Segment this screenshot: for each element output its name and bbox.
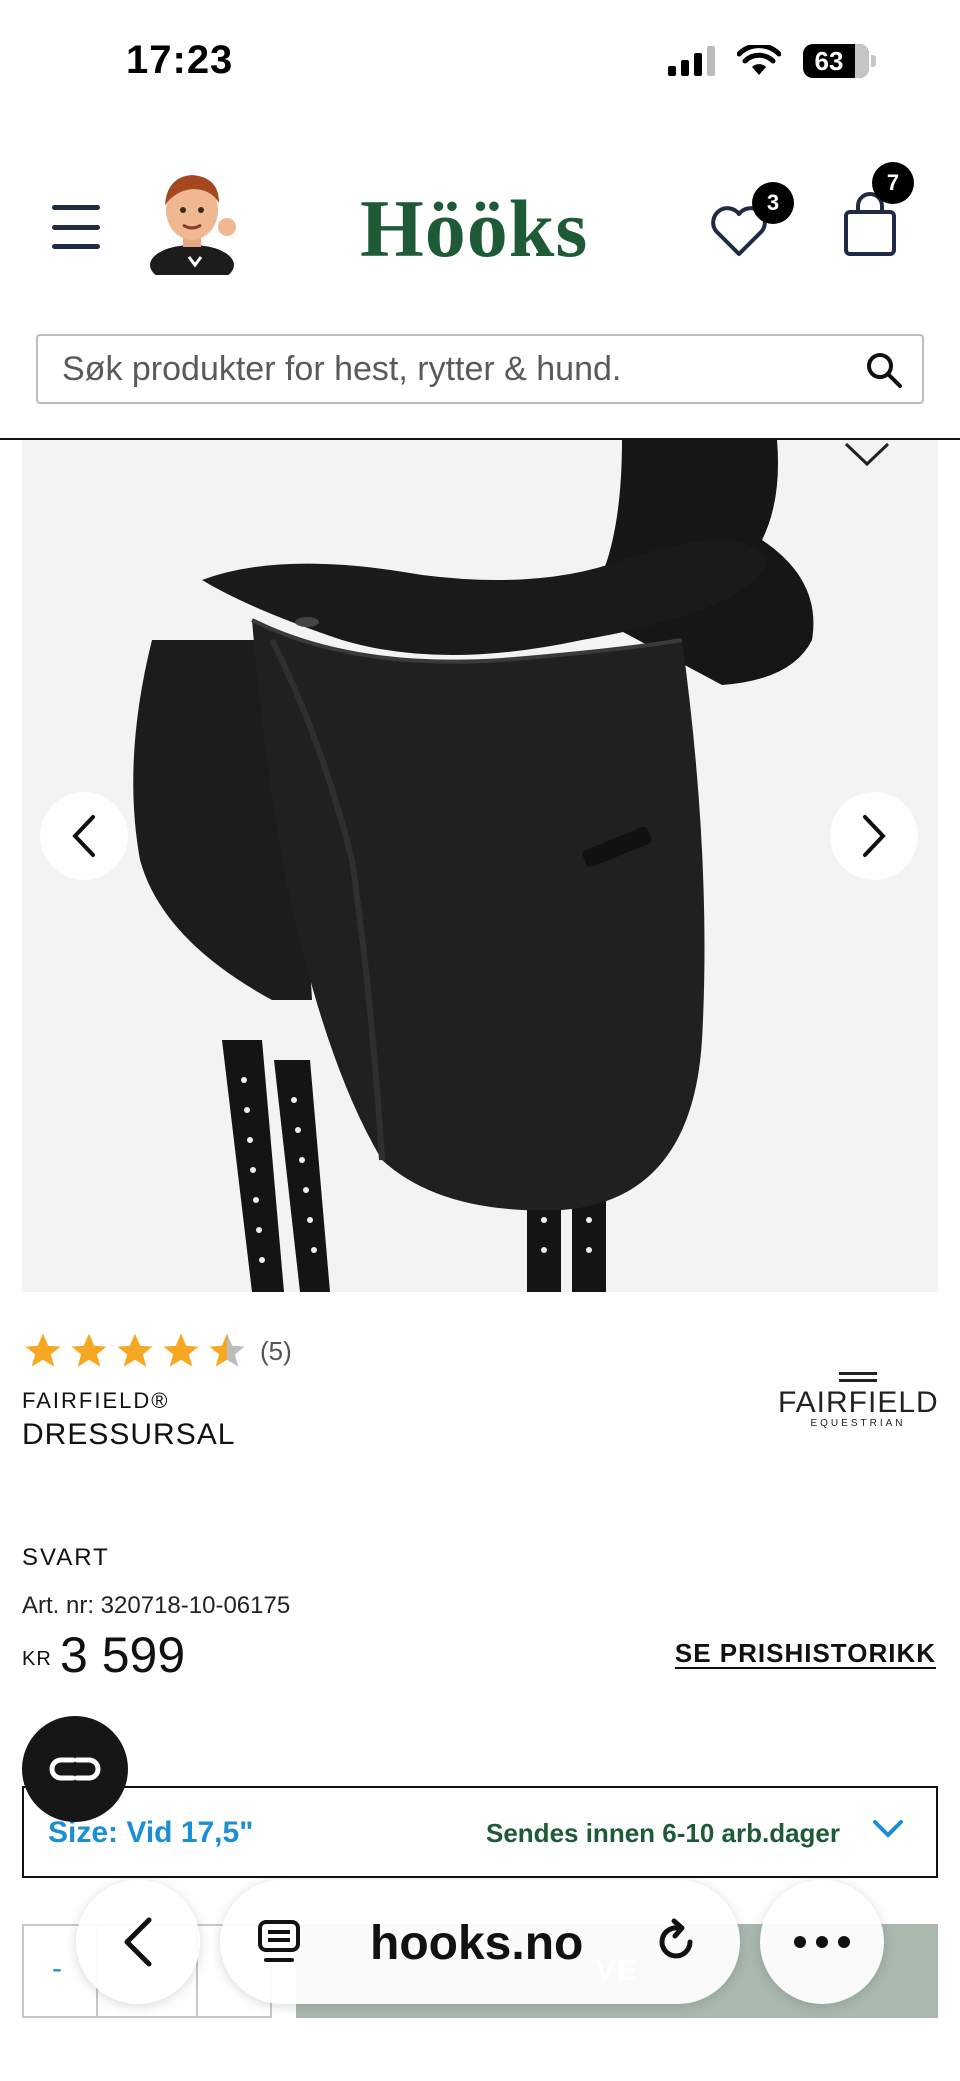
chevron-down-icon <box>873 1820 903 1838</box>
site-header: Hööks 3 7 <box>0 140 960 310</box>
rating-count[interactable]: (5) <box>260 1336 292 1367</box>
star-icon <box>163 1333 199 1367</box>
wishlist-count-badge: 3 <box>752 182 794 224</box>
image-next-button[interactable] <box>830 792 918 880</box>
chat-icon <box>49 1757 101 1781</box>
browser-back-button[interactable] <box>76 1880 200 2004</box>
status-icons: 63 <box>668 44 876 78</box>
search-input[interactable] <box>38 336 858 402</box>
price-currency: KR <box>22 1648 52 1670</box>
cellular-signal-icon <box>668 46 715 76</box>
chat-button[interactable] <box>22 1716 128 1822</box>
saddle-image <box>22 440 938 1292</box>
article-number: Art. nr: 320718-10-06175 <box>22 1592 291 1619</box>
battery-level: 63 <box>814 45 844 76</box>
menu-icon[interactable] <box>52 205 100 249</box>
image-prev-button[interactable] <box>40 792 128 880</box>
browser-url[interactable]: hooks.no <box>370 1916 583 1971</box>
product-price: 3 599 <box>60 1627 186 1683</box>
star-half-icon <box>209 1333 245 1367</box>
site-logo[interactable]: Hööks <box>360 182 588 276</box>
chevron-left-icon <box>72 815 95 857</box>
brand-logo-name: FAIRFIELD <box>778 1386 939 1419</box>
chevron-left-icon <box>124 1917 152 1967</box>
brand-logo[interactable]: FAIRFIELD EQUESTRIAN <box>778 1372 938 1442</box>
reload-icon[interactable] <box>652 1918 700 1966</box>
browser-address-bar[interactable]: hooks.no <box>220 1880 740 2004</box>
product-rating[interactable]: (5) <box>22 1330 292 1372</box>
product-color: SVART <box>22 1544 110 1571</box>
brand-logo-subtitle: EQUESTRIAN <box>810 1418 906 1429</box>
star-icon <box>25 1333 61 1367</box>
chevron-right-icon <box>863 815 886 857</box>
wishlist-button[interactable]: 3 <box>708 182 794 260</box>
quantity-decrease-button[interactable]: - <box>52 1952 62 1986</box>
product-title: DRESSURSAL <box>22 1418 236 1451</box>
search-icon[interactable] <box>864 350 904 390</box>
tabs-icon[interactable] <box>256 1918 302 1966</box>
star-icon <box>117 1333 153 1367</box>
product-brand[interactable]: FAIRFIELD® <box>22 1388 169 1414</box>
battery-icon: 63 <box>803 44 869 78</box>
cart-button[interactable]: 7 <box>840 162 914 258</box>
chevron-down-icon[interactable] <box>842 440 892 470</box>
star-icon <box>71 1333 107 1367</box>
status-bar: 17:23 63 <box>0 0 960 130</box>
assistant-avatar[interactable] <box>145 165 240 275</box>
product-image-gallery[interactable] <box>22 440 938 1292</box>
price-history-link[interactable]: SE PRISHISTORIKK <box>675 1638 936 1669</box>
status-time: 17:23 <box>126 38 234 82</box>
cart-count-badge: 7 <box>872 162 914 204</box>
search-bar <box>36 334 924 404</box>
more-icon <box>794 1936 806 1948</box>
delivery-info: Sendes innen 6-10 arb.dager <box>486 1818 841 1848</box>
wifi-icon <box>737 45 781 75</box>
size-selector[interactable]: Size: Vid 17,5" Sendes innen 6-10 arb.da… <box>22 1786 938 1878</box>
more-options-button[interactable] <box>760 1880 884 2004</box>
